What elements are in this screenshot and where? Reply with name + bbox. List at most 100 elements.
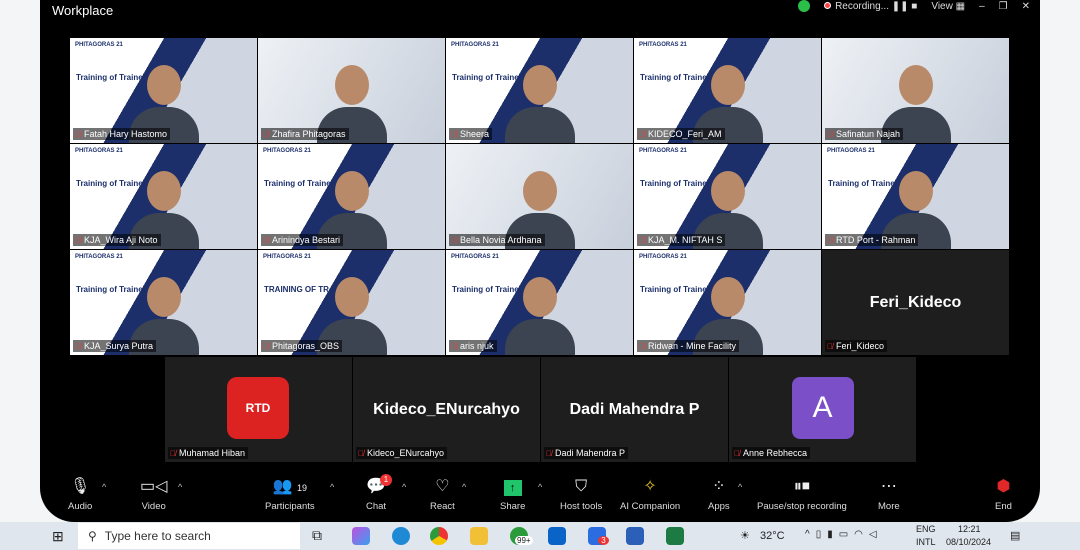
video-tile[interactable]: PHITAGORAS 21 Training of Trainer 🎙̸ Sheera	[446, 38, 633, 143]
video-tile[interactable]: PHITAGORAS 21 Training of Trainer 🎙̸ Arinin…	[258, 144, 445, 249]
video-options-caret[interactable]: ^	[178, 482, 182, 492]
participants-button[interactable]: 👥 19 Participants	[265, 477, 315, 512]
microphone-icon: 🎙	[70, 478, 91, 495]
start-button[interactable]: ⊞	[52, 528, 64, 545]
phitagoras-logo: PHITAGORAS 21	[451, 254, 499, 260]
muted-mic-icon: 🎙̸	[75, 341, 81, 351]
share-options-caret[interactable]: ^	[538, 482, 542, 492]
participant-name-label: 🎙̸ Safinatun Najah	[825, 128, 904, 140]
participants-options-caret[interactable]: ^	[330, 482, 334, 492]
taskbar-search[interactable]: ⚲ Type here to search	[78, 523, 300, 549]
language-indicator[interactable]: ENG	[916, 524, 936, 534]
muted-mic-icon: 🎙̸	[75, 129, 81, 139]
video-tile[interactable]: PHITAGORAS 21 Training of Trainer 🎙̸ Ridwan…	[634, 250, 821, 355]
react-button[interactable]: ♡ React	[430, 477, 455, 512]
participant-name-label: 🎙̸ Dadi Mahendra P	[544, 447, 629, 459]
system-tray-icons[interactable]: ^▯▮▭◠◁	[805, 529, 883, 540]
encryption-shield-icon[interactable]	[798, 0, 811, 12]
audio-button[interactable]: 🎙 Audio	[68, 477, 92, 512]
video-gallery: PHITAGORAS 21 Training of Trainer 🎙̸ Fatah …	[70, 38, 1010, 355]
clock-time[interactable]: 12:21	[958, 524, 981, 534]
apps-icon: ⁘	[712, 478, 726, 495]
muted-mic-icon: 🎙̸	[639, 341, 645, 351]
muted-mic-icon: 🎙̸	[358, 448, 364, 458]
video-tile[interactable]: PHITAGORAS 21 Training of Trainer 🎙̸ Fatah …	[70, 38, 257, 143]
ai-companion-button[interactable]: ✧ AI Companion	[620, 477, 680, 512]
chat-icon: 💬 1	[366, 474, 392, 497]
heart-icon: ♡	[435, 478, 450, 495]
pause-stop-recording-button[interactable]: ⏸⏹ Pause/stop recording	[757, 477, 847, 512]
participant-name-label: 🎙̸ Zhafira Phitagoras	[261, 128, 349, 140]
muted-mic-icon: 🎙̸	[451, 129, 457, 139]
whatsapp-badge: 99+	[515, 536, 533, 545]
video-tile[interactable]: PHITAGORAS 21 Training of Trainer 🎙̸ KJA_Wi…	[70, 144, 257, 249]
muted-mic-icon: 🎙̸	[451, 235, 457, 245]
chat-options-caret[interactable]: ^	[402, 482, 406, 492]
muted-mic-icon: 🎙̸	[639, 129, 645, 139]
video-tile[interactable]: 🎙̸ Zhafira Phitagoras	[258, 38, 445, 143]
notifications-icon[interactable]: ▤	[1010, 529, 1020, 542]
avatar: A	[791, 377, 854, 439]
audio-options-caret[interactable]: ^	[102, 482, 106, 492]
video-tile[interactable]: Dadi Mahendra P 🎙̸ Dadi Mahendra P	[541, 357, 728, 462]
outlook-icon[interactable]	[548, 527, 566, 545]
weather-icon[interactable]: ☀	[740, 529, 750, 542]
video-tile[interactable]: PHITAGORAS 21 Training of Trainer 🎙̸ RTD Po…	[822, 144, 1009, 249]
task-view-icon[interactable]: ⧉	[312, 527, 330, 545]
phitagoras-logo: PHITAGORAS 21	[75, 148, 123, 154]
file-explorer-icon[interactable]	[470, 527, 488, 545]
share-button[interactable]: ↑ Share	[500, 477, 525, 512]
keyboard-layout[interactable]: INTL	[916, 537, 936, 547]
video-tile[interactable]: PHITAGORAS 21 Training of Trainer 🎙̸ aris n…	[446, 250, 633, 355]
participant-name-label: 🎙̸ Arinindya Bestari	[261, 234, 344, 246]
video-tile[interactable]: A 🎙̸ Anne Rebhecca	[729, 357, 916, 462]
chrome-icon[interactable]	[430, 527, 448, 545]
video-tile[interactable]: PHITAGORAS 21 Training of Trainer 🎙̸ KIDECO…	[634, 38, 821, 143]
edge-icon[interactable]	[392, 527, 410, 545]
video-tile[interactable]: PHITAGORAS 21 Training of Trainer 🎙̸ KJA_M.…	[634, 144, 821, 249]
video-button[interactable]: ▭◁ Video	[140, 477, 167, 512]
end-button[interactable]: ⬢ End	[995, 477, 1012, 512]
video-tile[interactable]: Feri_Kideco 🎙̸ Feri_Kideco	[822, 250, 1009, 355]
video-tile[interactable]: PHITAGORAS 21 Training of Trainer 🎙̸ KJA_Su…	[70, 250, 257, 355]
video-strip: RTD 🎙̸ Muhamad Hiban Kideco_ENurcahyo 🎙̸ Kide…	[165, 357, 916, 462]
share-icon: ↑	[503, 477, 522, 497]
video-tile[interactable]: PHITAGORAS 21 TRAINING OF TRAINER 🎙̸ Phitag…	[258, 250, 445, 355]
video-tile[interactable]: 🎙̸ Bella Novia Ardhana	[446, 144, 633, 249]
participant-name-label: 🎙̸ Anne Rebhecca	[732, 447, 811, 459]
participant-name-label: 🎙̸ Kideco_ENurcahyo	[356, 447, 448, 459]
windows-taskbar: ⊞ ⚲ Type here to search ⧉ 99+ 3 ☀ 32°C ^▯…	[0, 522, 1080, 550]
close-button[interactable]: ✕	[1022, 1, 1030, 12]
participant-name-label: 🎙̸ RTD Port - Rahman	[825, 234, 919, 246]
recording-indicator[interactable]: Recording... ❚❚ ■	[824, 1, 917, 12]
host-tools-button[interactable]: ⛉ Host tools	[560, 477, 602, 512]
more-button[interactable]: ⋯ More	[878, 477, 900, 512]
apps-button[interactable]: ⁘ Apps	[708, 477, 730, 512]
muted-mic-icon: 🎙̸	[827, 129, 833, 139]
minimize-button[interactable]: –	[979, 1, 985, 12]
weather-temp[interactable]: 32°C	[760, 530, 785, 542]
video-tile[interactable]: Kideco_ENurcahyo 🎙̸ Kideco_ENurcahyo	[353, 357, 540, 462]
record-dot-icon	[824, 1, 832, 9]
camera-icon: ▭◁	[140, 478, 168, 495]
react-options-caret[interactable]: ^	[462, 482, 466, 492]
word-icon[interactable]	[626, 527, 644, 545]
maximize-button[interactable]: ❐	[999, 1, 1008, 12]
video-tile[interactable]: 🎙̸ Safinatun Najah	[822, 38, 1009, 143]
video-tile[interactable]: RTD 🎙̸ Muhamad Hiban	[165, 357, 352, 462]
sparkle-icon: ✧	[643, 478, 657, 495]
participant-name-label: 🎙̸ Fatah Hary Hastomo	[73, 128, 171, 140]
muted-mic-icon: 🎙̸	[263, 341, 269, 351]
window-title: Workplace	[52, 3, 114, 18]
clock-date[interactable]: 08/10/2024	[946, 537, 991, 547]
copilot-icon[interactable]	[352, 527, 370, 545]
shield-icon: ⛉	[575, 478, 588, 495]
zoom-badge: 3	[598, 536, 609, 545]
end-icon: ⬢	[996, 478, 1011, 495]
view-button[interactable]: View ▦	[931, 1, 965, 12]
apps-options-caret[interactable]: ^	[738, 482, 742, 492]
avatar: RTD	[227, 377, 289, 439]
chat-button[interactable]: 💬 1 Chat	[366, 474, 392, 512]
excel-icon[interactable]	[666, 527, 684, 545]
muted-mic-icon: 🎙̸	[734, 448, 740, 458]
